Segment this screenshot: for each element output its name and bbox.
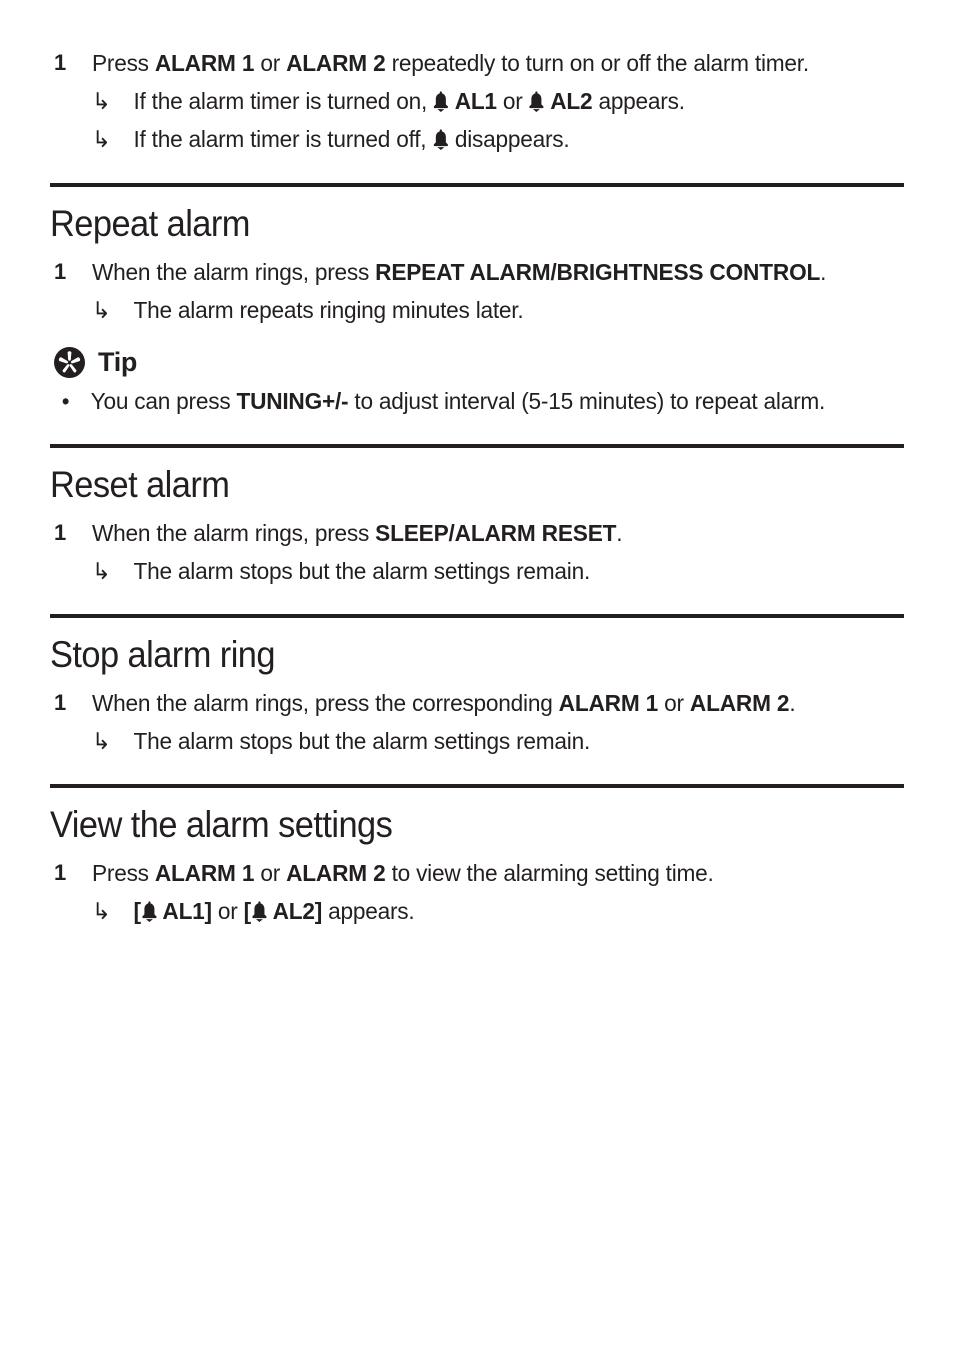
- text-fragment: When the alarm rings, press: [92, 259, 376, 285]
- result-alarm-on: ↳ If the alarm timer is turned on, AL1 or…: [92, 82, 879, 120]
- step-number: 1: [54, 860, 67, 885]
- text-fragment: or: [658, 690, 690, 716]
- section-divider: [50, 444, 904, 448]
- page-content: 1 Press ALARM 1 or ALARM 2 repeatedly to…: [50, 44, 908, 930]
- result-alarm-off: ↳ If the alarm timer is turned off, disap…: [92, 120, 879, 158]
- step-text: Press ALARM 1 or ALARM 2 to view the ala…: [92, 854, 879, 892]
- step-number: 1: [54, 520, 67, 545]
- step-stop-alarm-ring: 1 When the alarm rings, press the corres…: [54, 684, 908, 722]
- step-text: When the alarm rings, press the correspo…: [92, 684, 879, 722]
- result-arrow-icon: ↳: [92, 898, 111, 924]
- display-label-al1: AL1: [449, 88, 497, 114]
- step-text: When the alarm rings, press SLEEP/ALARM …: [92, 514, 879, 552]
- text-fragment: .: [616, 520, 623, 546]
- bell-icon: [434, 91, 449, 112]
- result-arrow-icon: ↳: [92, 126, 111, 152]
- bell-icon: [252, 901, 267, 922]
- section-divider: [50, 183, 904, 187]
- button-name-alarm2: ALARM 2: [286, 50, 386, 76]
- text-fragment: When the alarm rings, press: [92, 520, 376, 546]
- button-name-alarm2: ALARM 2: [689, 690, 790, 716]
- section-divider: [50, 614, 904, 618]
- text-fragment: disappears.: [448, 126, 570, 152]
- button-name-tuning: TUNING+/-: [236, 388, 349, 414]
- tip-header: Tip: [54, 347, 908, 378]
- text-fragment: repeatedly to turn on or off the alarm t…: [385, 50, 810, 76]
- tip-label: Tip: [98, 347, 138, 377]
- display-label-al2: AL2]: [267, 898, 323, 924]
- text-fragment: to view the alarming setting time.: [385, 860, 714, 886]
- text-fragment: .: [789, 690, 796, 716]
- text-fragment: or: [496, 88, 529, 114]
- section-repeat-alarm: Repeat alarm 1 When the alarm rings, pre…: [50, 183, 908, 420]
- step-number: 1: [54, 259, 67, 284]
- result-display-labels: ↳ [ AL1] or [ AL2] appears.: [92, 892, 879, 930]
- bell-icon: [433, 129, 448, 150]
- button-name-repeat-alarm-brightness-control: REPEAT ALARM/BRIGHTNESS CONTROL: [375, 259, 821, 285]
- step-repeat-alarm: 1 When the alarm rings, press REPEAT ALA…: [54, 253, 908, 291]
- step-text: Press ALARM 1 or ALARM 2 repeatedly to t…: [92, 44, 879, 82]
- page-title-repeat-alarm: Repeat alarm: [50, 203, 250, 244]
- text-fragment: or: [254, 50, 287, 76]
- display-label-al1: AL1]: [157, 898, 212, 924]
- button-name-alarm1: ALARM 1: [154, 860, 255, 886]
- text-fragment: .: [820, 259, 827, 285]
- text-fragment: If the alarm timer is turned on,: [133, 88, 434, 114]
- text-fragment: Press: [92, 860, 155, 886]
- text-fragment: appears.: [322, 898, 415, 924]
- bullet-icon: •: [61, 388, 70, 414]
- tip-bullet-item: • You can press TUNING+/- to adjust inter…: [54, 382, 878, 420]
- button-name-alarm2: ALARM 2: [286, 860, 386, 886]
- page-title-view-alarm-settings: View the alarm settings: [50, 804, 393, 845]
- step-number: 1: [54, 50, 67, 75]
- result-arrow-icon: ↳: [92, 558, 111, 584]
- display-label-al2: AL2: [545, 88, 593, 114]
- section-view-alarm-settings: View the alarm settings 1 Press ALARM 1 …: [50, 784, 908, 930]
- section-reset-alarm: Reset alarm 1 When the alarm rings, pres…: [50, 444, 908, 590]
- manual-page: 1 Press ALARM 1 or ALARM 2 repeatedly to…: [0, 0, 954, 1354]
- bracket-open: [: [243, 898, 252, 924]
- text-fragment: The alarm stops but the alarm settings r…: [133, 728, 591, 754]
- step-view-alarm-settings: 1 Press ALARM 1 or ALARM 2 to view the a…: [54, 854, 908, 892]
- result-repeat-ringing: ↳ The alarm repeats ringing minutes later…: [92, 291, 879, 329]
- result-arrow-icon: ↳: [92, 297, 111, 323]
- result-alarm-stops: ↳ The alarm stops but the alarm settings …: [92, 722, 879, 760]
- section-stop-alarm-ring: Stop alarm ring 1 When the alarm rings, …: [50, 614, 908, 760]
- bracket-open: [: [133, 898, 141, 924]
- page-title-stop-alarm-ring: Stop alarm ring: [50, 634, 276, 675]
- text-fragment: appears.: [592, 88, 685, 114]
- text-fragment: Press: [92, 50, 155, 76]
- result-arrow-icon: ↳: [92, 728, 111, 754]
- result-arrow-icon: ↳: [92, 88, 111, 114]
- bell-icon: [529, 91, 544, 112]
- step-reset-alarm: 1 When the alarm rings, press SLEEP/ALAR…: [54, 514, 908, 552]
- bell-icon: [141, 901, 157, 922]
- step-alarm-toggle: 1 Press ALARM 1 or ALARM 2 repeatedly to…: [54, 44, 908, 82]
- button-name-alarm1: ALARM 1: [154, 50, 255, 76]
- step-text: When the alarm rings, press REPEAT ALARM…: [92, 253, 879, 291]
- text-fragment: or: [211, 898, 244, 924]
- section-divider: [50, 784, 904, 788]
- text-fragment: If the alarm timer is turned off,: [133, 126, 433, 152]
- step-number: 1: [54, 690, 67, 715]
- text-fragment: When the alarm rings, press the correspo…: [92, 690, 559, 716]
- text-fragment: to adjust interval (5-15 minutes) to rep…: [348, 388, 826, 414]
- text-fragment: You can press: [90, 388, 237, 414]
- button-name-alarm1: ALARM 1: [558, 690, 659, 716]
- text-fragment: The alarm repeats ringing minutes later.: [133, 297, 524, 323]
- text-fragment: or: [254, 860, 287, 886]
- asterisk-circle-icon: [54, 347, 85, 378]
- result-alarm-stops: ↳ The alarm stops but the alarm settings …: [92, 552, 879, 590]
- button-name-sleep-alarm-reset: SLEEP/ALARM RESET: [375, 520, 617, 546]
- page-title-reset-alarm: Reset alarm: [50, 464, 230, 505]
- text-fragment: The alarm stops but the alarm settings r…: [133, 558, 591, 584]
